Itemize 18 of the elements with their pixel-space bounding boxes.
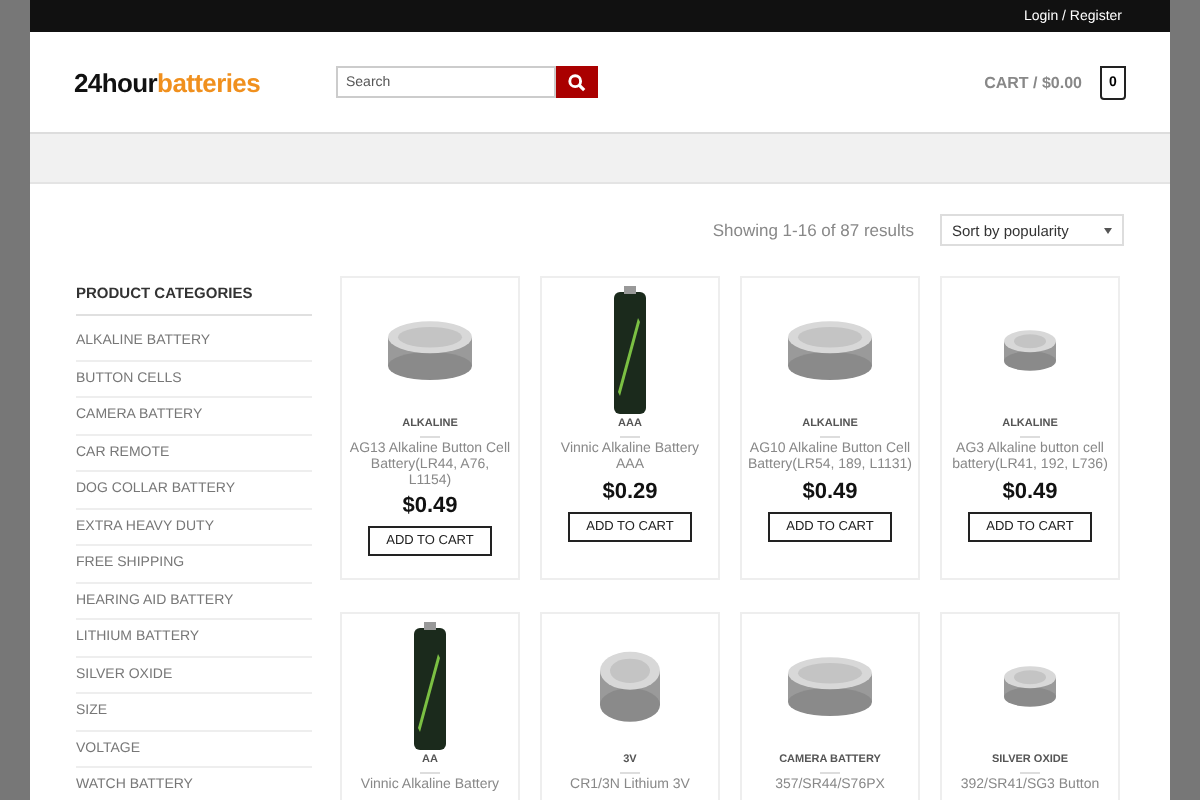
battery-photo <box>786 654 874 718</box>
search-button[interactable] <box>556 66 598 98</box>
battery-photo <box>414 622 446 750</box>
product-price: $0.29 <box>602 479 658 504</box>
product-price: $0.49 <box>1002 479 1058 504</box>
battery-photo <box>1002 328 1058 372</box>
cart-total-link[interactable]: CART / $0.00 <box>984 73 1082 91</box>
battery-photo <box>598 648 662 724</box>
battery-photo <box>386 318 474 382</box>
site-logo[interactable]: 24hourbatteries <box>74 67 336 97</box>
product-price: $0.49 <box>802 479 858 504</box>
battery-photo <box>614 286 646 414</box>
battery-photo <box>1002 664 1058 708</box>
battery-photo <box>786 318 874 382</box>
search-icon <box>568 73 586 91</box>
caret-icon <box>1104 227 1112 233</box>
product-price: $0.49 <box>402 494 458 519</box>
result-count: Showing 1-16 of 87 results <box>712 220 914 240</box>
